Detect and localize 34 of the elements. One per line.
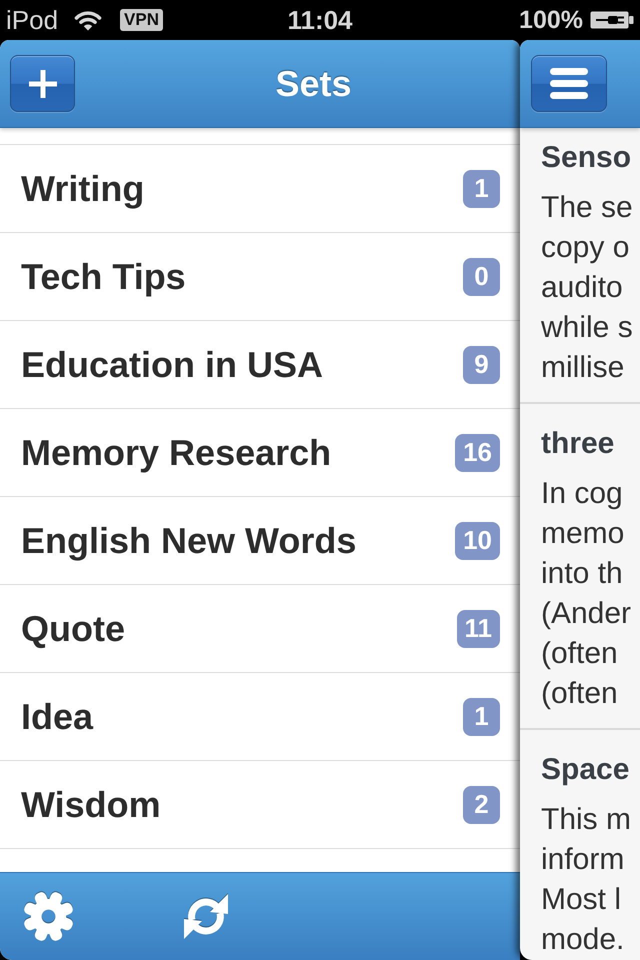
clock: 11:04	[287, 5, 353, 35]
battery-percentage: 100%	[519, 5, 583, 35]
navigation-title: Sets	[274, 62, 353, 106]
count-badge: 2	[463, 786, 500, 824]
menu-icon	[550, 68, 588, 99]
note-title: three	[541, 426, 614, 462]
carrier-name: iPod	[6, 5, 58, 35]
add-button[interactable]	[10, 55, 75, 112]
count-badge: 9	[463, 346, 500, 384]
note-title: Space	[541, 752, 630, 788]
set-name: Wisdom	[21, 782, 161, 826]
note-title: Senso	[541, 140, 632, 176]
set-name: Tech Tips	[21, 254, 186, 298]
count-badge: 0	[463, 258, 500, 296]
note-text: In cog memo into th (Ander (often (often	[541, 476, 632, 712]
set-name: Memory Research	[21, 430, 332, 474]
count-badge: 11	[456, 610, 500, 648]
note-text: The se copy o audito while s millise	[541, 190, 633, 386]
count-badge: 1	[463, 698, 500, 736]
count-badge: 16	[455, 434, 500, 472]
plus-icon	[28, 70, 56, 98]
note-text: This m inform Most l mode.	[541, 802, 631, 958]
menu-button[interactable]	[531, 55, 607, 112]
set-name: Education in USA	[21, 342, 324, 386]
set-name: English New Words	[21, 518, 356, 562]
count-badge: 10	[455, 522, 500, 560]
count-badge: 1	[463, 170, 500, 208]
wifi-icon	[73, 9, 104, 31]
set-name: Writing	[21, 166, 144, 210]
set-name: Quote	[21, 606, 125, 650]
set-name: Idea	[21, 694, 94, 738]
battery-charging-icon	[590, 11, 634, 29]
refresh-icon[interactable]	[183, 893, 229, 940]
vpn-indicator: VPN	[120, 9, 164, 31]
